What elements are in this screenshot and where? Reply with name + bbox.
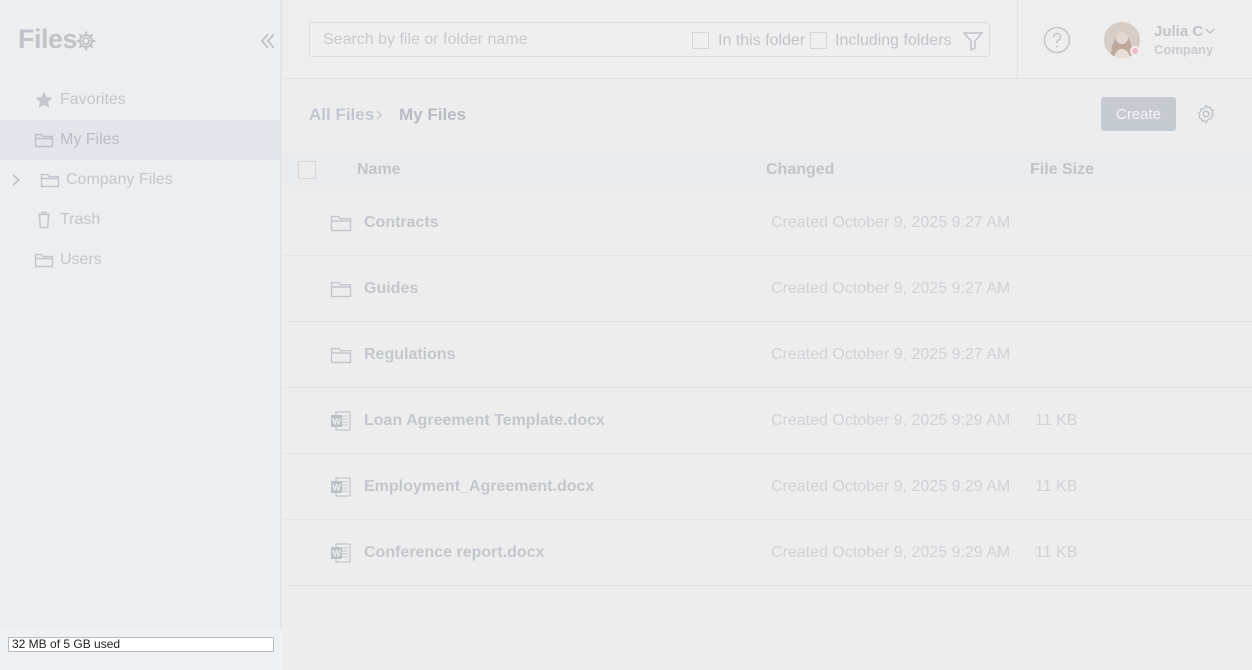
- chevron-right-icon: [376, 110, 382, 120]
- folder-icon: [34, 253, 54, 268]
- file-name: Employment_Agreement.docx: [364, 478, 595, 495]
- status-badge: [1130, 46, 1140, 56]
- folder-icon: [34, 133, 54, 148]
- including-folders-checkbox[interactable]: [810, 32, 827, 49]
- star-icon: [35, 91, 53, 108]
- select-all-checkbox[interactable]: [298, 161, 316, 179]
- sidebar-item-users[interactable]: Users: [0, 240, 280, 280]
- sidebar-item-company-files[interactable]: Company Files: [0, 160, 280, 200]
- collapse-sidebar-icon[interactable]: [259, 31, 277, 51]
- sidebar-item-label: My Files: [60, 131, 120, 148]
- file-changed: Created October 9, 2025 9:29 AM: [771, 412, 1011, 429]
- file-changed: Created October 9, 2025 9:27 AM: [771, 346, 1011, 363]
- help-icon[interactable]: [1043, 26, 1071, 54]
- file-name: Loan Agreement Template.docx: [364, 412, 605, 429]
- including-folders-label: Including folders: [835, 32, 952, 49]
- word-doc-icon: W: [331, 477, 351, 497]
- sidebar-nav: Favorites My Files Company Files Trash U…: [0, 80, 280, 280]
- file-changed: Created October 9, 2025 9:27 AM: [771, 214, 1011, 231]
- folder-icon: [330, 215, 352, 232]
- sidebar-item-label: Favorites: [60, 91, 126, 108]
- divider: [1017, 0, 1018, 79]
- file-list: Contracts Created October 9, 2025 9:27 A…: [284, 190, 1252, 586]
- in-this-folder-checkbox[interactable]: [692, 32, 709, 49]
- gear-icon[interactable]: [1196, 104, 1216, 124]
- sidebar-item-label: Company Files: [66, 171, 173, 188]
- column-header-name[interactable]: Name: [357, 161, 401, 179]
- trash-icon: [38, 211, 50, 229]
- sidebar-item-label: Users: [60, 251, 102, 268]
- table-row[interactable]: W Conference report.docx Created October…: [284, 520, 1252, 586]
- table-row[interactable]: Guides Created October 9, 2025 9:27 AM: [284, 256, 1252, 322]
- breadcrumb-current: My Files: [399, 105, 467, 124]
- word-doc-icon: W: [331, 411, 351, 431]
- breadcrumb-all-files[interactable]: All Files: [309, 105, 374, 125]
- table-row[interactable]: W Loan Agreement Template.docx Created O…: [284, 388, 1252, 454]
- in-this-folder-label: In this folder: [718, 32, 806, 49]
- column-header-changed[interactable]: Changed: [766, 161, 834, 179]
- user-company: Company: [1154, 42, 1214, 57]
- svg-text:W: W: [332, 549, 341, 559]
- file-changed: Created October 9, 2025 9:29 AM: [771, 544, 1011, 561]
- file-changed: Created October 9, 2025 9:29 AM: [771, 478, 1011, 495]
- chevron-down-icon[interactable]: [1204, 26, 1216, 36]
- storage-usage: 32 MB of 5 GB used: [8, 637, 274, 652]
- search-input[interactable]: [323, 31, 683, 49]
- chevron-right-icon[interactable]: [10, 173, 22, 187]
- folder-icon: [40, 173, 60, 188]
- file-name: Regulations: [364, 346, 456, 363]
- table-row[interactable]: Regulations Created October 9, 2025 9:27…: [284, 322, 1252, 388]
- top-bar: In this folder Including folders Julia C…: [284, 0, 1252, 79]
- user-name[interactable]: Julia C: [1154, 23, 1203, 40]
- sidebar-header: Files: [0, 0, 282, 79]
- sidebar-item-label: Trash: [60, 211, 101, 228]
- table-row[interactable]: W Employment_Agreement.docx Created Octo…: [284, 454, 1252, 520]
- search-box: In this folder Including folders: [309, 22, 990, 57]
- table-row[interactable]: Contracts Created October 9, 2025 9:27 A…: [284, 190, 1252, 256]
- file-changed: Created October 9, 2025 9:27 AM: [771, 280, 1011, 297]
- create-button[interactable]: Create: [1101, 97, 1176, 131]
- file-name: Contracts: [364, 214, 439, 231]
- svg-text:W: W: [332, 483, 341, 493]
- file-name: Guides: [364, 280, 419, 297]
- file-size: 11 KB: [1035, 478, 1078, 495]
- app-title: Files: [18, 24, 78, 54]
- sidebar-item-my-files[interactable]: My Files: [0, 120, 280, 160]
- sidebar-item-trash[interactable]: Trash: [0, 200, 280, 240]
- folder-icon: [330, 347, 352, 364]
- gear-icon[interactable]: [76, 31, 96, 51]
- svg-text:W: W: [332, 417, 341, 427]
- file-name: Conference report.docx: [364, 544, 545, 561]
- sidebar: Files Favorites My Files Company Files T…: [0, 0, 282, 670]
- word-doc-icon: W: [331, 543, 351, 563]
- table-header: Name Changed File Size: [284, 150, 1252, 190]
- file-size: 11 KB: [1035, 544, 1078, 561]
- column-header-size[interactable]: File Size: [1030, 161, 1094, 179]
- sidebar-item-favorites[interactable]: Favorites: [0, 80, 280, 120]
- folder-icon: [330, 281, 352, 298]
- file-size: 11 KB: [1035, 412, 1078, 429]
- filter-icon[interactable]: [962, 30, 984, 52]
